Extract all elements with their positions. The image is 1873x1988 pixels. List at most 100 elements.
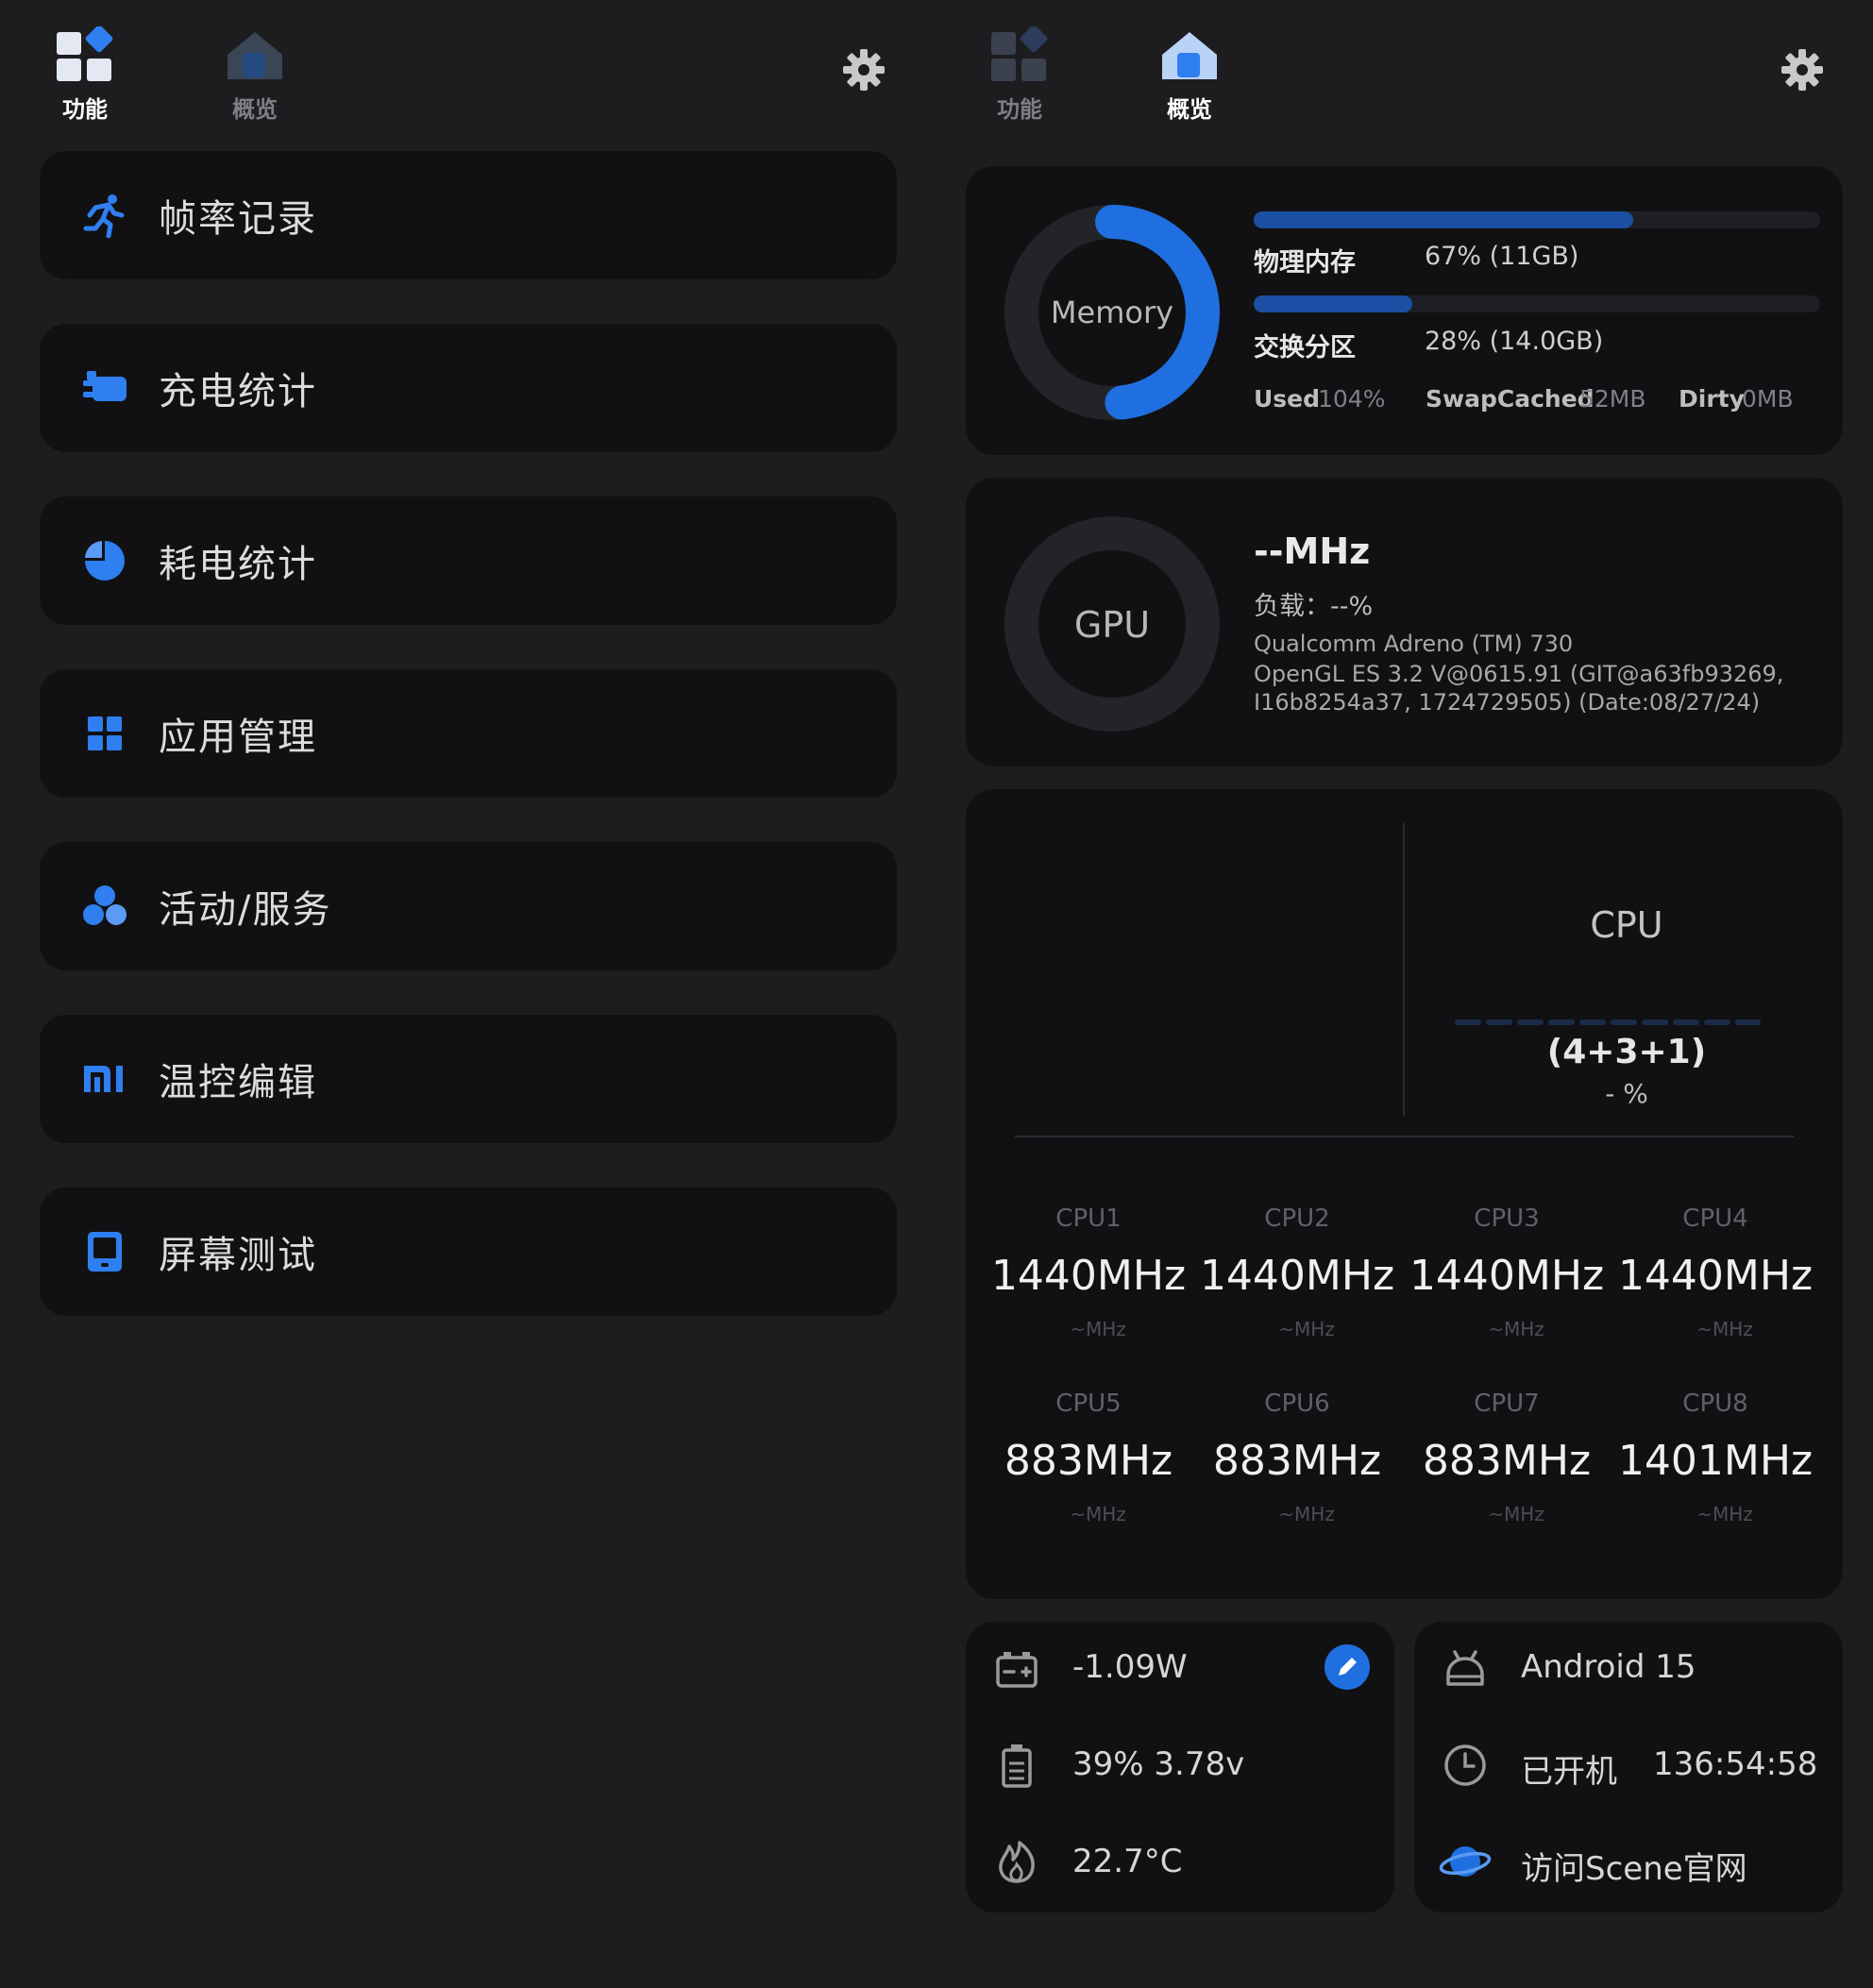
battery-card[interactable]: -1.09W 39% 3.78v 22.7°C (966, 1622, 1394, 1912)
battery-icon (1002, 1744, 1032, 1788)
settings-gear-icon[interactable] (841, 47, 886, 93)
cpu-core-sub: ~MHz (1488, 1503, 1544, 1525)
cpu-core-frequency: 883MHz (1004, 1437, 1173, 1485)
pie-chart-icon (81, 537, 128, 584)
menu-item-label: 充电统计 (159, 370, 317, 413)
charging-icon (81, 364, 128, 412)
tab-label: 功能 (997, 96, 1042, 123)
physical-memory-value: 67% (11GB) (1425, 242, 1579, 271)
memory-ring-label: Memory (1050, 295, 1174, 330)
activity-icon (81, 883, 128, 930)
cpu-core-name: CPU1 (1055, 1205, 1122, 1233)
gpu-card[interactable]: GPU --MHz 负载：--% Qualcomm Adreno (TM) 73… (966, 478, 1843, 767)
cpu-core-name: CPU4 (1682, 1205, 1748, 1233)
cpu-core-frequency: 1440MHz (1617, 1252, 1814, 1300)
used-label: Used (1254, 385, 1321, 413)
swap-bar-fill (1254, 295, 1412, 312)
cpu-core-sub: ~MHz (1070, 1318, 1126, 1340)
left-tabbar: 功能 概览 (0, 0, 936, 142)
cpu-core-frequency: 883MHz (1422, 1437, 1592, 1485)
menu-item-thermal-editor[interactable]: 温控编辑 (40, 1015, 897, 1143)
dirty-label: Dirty (1679, 385, 1745, 413)
swap-value: 28% (14.0GB) (1425, 327, 1604, 356)
gpu-load: 负载：--% (1254, 592, 1374, 621)
menu-item-label: 应用管理 (159, 716, 317, 759)
menu-item-charging-stats[interactable]: 充电统计 (40, 324, 897, 452)
power-battery-icon (996, 1652, 1038, 1688)
gpu-ring-label: GPU (1073, 604, 1151, 646)
edit-button[interactable] (1325, 1644, 1370, 1690)
features-grid-icon (57, 26, 113, 81)
cpu-core-frequency: 883MHz (1212, 1437, 1382, 1485)
uptime-label: 已开机 (1521, 1753, 1617, 1791)
battery-temperature: 22.7°C (1072, 1843, 1183, 1880)
gpu-gl-version-line2: I16b8254a37, 1724729505) (Date:08/27/24) (1254, 689, 1761, 716)
tab-features-left[interactable]: 功能 (28, 26, 142, 124)
gpu-renderer: Qualcomm Adreno (TM) 730 (1254, 631, 1574, 657)
swapcached-value: 52MB (1579, 385, 1646, 413)
battery-level: 39% 3.78v (1072, 1745, 1245, 1783)
menu-item-label: 活动/服务 (159, 888, 332, 932)
gpu-gl-version-line1: OpenGL ES 3.2 V@0615.91 (GIT@a63fb93269, (1254, 661, 1784, 687)
cpu-core-bars (1455, 1019, 1761, 1025)
features-grid-icon (991, 26, 1048, 81)
settings-gear-icon[interactable] (1780, 47, 1825, 93)
swap-label: 交换分区 (1254, 333, 1356, 362)
tab-label: 概览 (232, 96, 278, 123)
cpu-card[interactable]: CPU (4+3+1) - % CPU1 1440MHz ~MHz CPU2 1… (966, 789, 1843, 1599)
cpu-core-sub: ~MHz (1278, 1503, 1335, 1525)
used-value: 104% (1318, 385, 1386, 413)
swap-bar (1254, 295, 1820, 312)
uptime-value: 136:54:58 (1653, 1745, 1818, 1783)
flame-icon (999, 1841, 1035, 1883)
physical-memory-label: 物理内存 (1254, 248, 1356, 278)
cpu-core-name: CPU2 (1264, 1205, 1330, 1233)
tab-label: 概览 (1167, 96, 1212, 123)
cpu-vertical-divider (1403, 823, 1405, 1116)
cpu-core-name: CPU6 (1264, 1390, 1330, 1418)
home-icon (228, 32, 282, 79)
cpu-core-sub: ~MHz (1070, 1503, 1126, 1525)
cpu-core-frequency: 1440MHz (1199, 1252, 1395, 1300)
physical-memory-bar (1254, 211, 1820, 228)
mi-logo-icon (81, 1055, 128, 1103)
cpu-core-sub: ~MHz (1488, 1318, 1544, 1340)
menu-item-app-management[interactable]: 应用管理 (40, 669, 897, 798)
memory-card[interactable]: Memory 物理内存 67% (11GB) 交换分区 28% (14.0GB)… (966, 166, 1843, 455)
menu-item-label: 耗电统计 (159, 543, 317, 586)
cpu-core-name: CPU5 (1055, 1390, 1122, 1418)
tab-features-right[interactable]: 功能 (963, 26, 1076, 124)
cpu-cluster: (4+3+1) (1546, 1033, 1707, 1071)
menu-item-screen-test[interactable]: 屏幕测试 (40, 1188, 897, 1316)
menu-item-label: 温控编辑 (159, 1061, 317, 1104)
dirty-value: 0MB (1742, 385, 1794, 413)
scene-website-link[interactable]: 访问Scene官网 (1521, 1843, 1747, 1889)
menu-item-activities-services[interactable]: 活动/服务 (40, 842, 897, 970)
clock-icon (1444, 1744, 1486, 1786)
menu-item-label: 屏幕测试 (159, 1234, 317, 1277)
tab-label: 功能 (62, 96, 108, 123)
apps-grid-icon (81, 710, 128, 757)
menu-item-frame-rate[interactable]: 帧率记录 (40, 151, 897, 279)
swapcached-label: SwapCached (1426, 385, 1595, 413)
running-icon (81, 192, 128, 239)
cpu-load: - % (1605, 1078, 1648, 1109)
right-tabbar: 功能 概览 (936, 0, 1873, 142)
cpu-horizontal-divider (1015, 1136, 1794, 1137)
cpu-core-frequency: 1401MHz (1617, 1437, 1814, 1485)
cpu-core-name: CPU7 (1474, 1390, 1540, 1418)
android-version: Android 15 (1521, 1648, 1696, 1686)
cpu-core-frequency: 1440MHz (1409, 1252, 1605, 1300)
tab-overview-right[interactable]: 概览 (1133, 26, 1246, 124)
gpu-frequency: --MHz (1254, 531, 1371, 572)
home-icon (1162, 32, 1217, 79)
menu-item-power-usage[interactable]: 耗电统计 (40, 497, 897, 625)
physical-memory-bar-fill (1254, 211, 1633, 228)
cpu-core-name: CPU3 (1474, 1205, 1540, 1233)
cpu-core-name: CPU8 (1682, 1390, 1748, 1418)
planet-icon[interactable] (1439, 1837, 1492, 1886)
system-card[interactable]: Android 15 已开机 136:54:58 访问Scene官网 (1414, 1622, 1843, 1912)
tab-overview-left[interactable]: 概览 (198, 26, 312, 124)
cpu-graph-area (1004, 823, 1400, 1116)
screen-icon (81, 1228, 128, 1275)
